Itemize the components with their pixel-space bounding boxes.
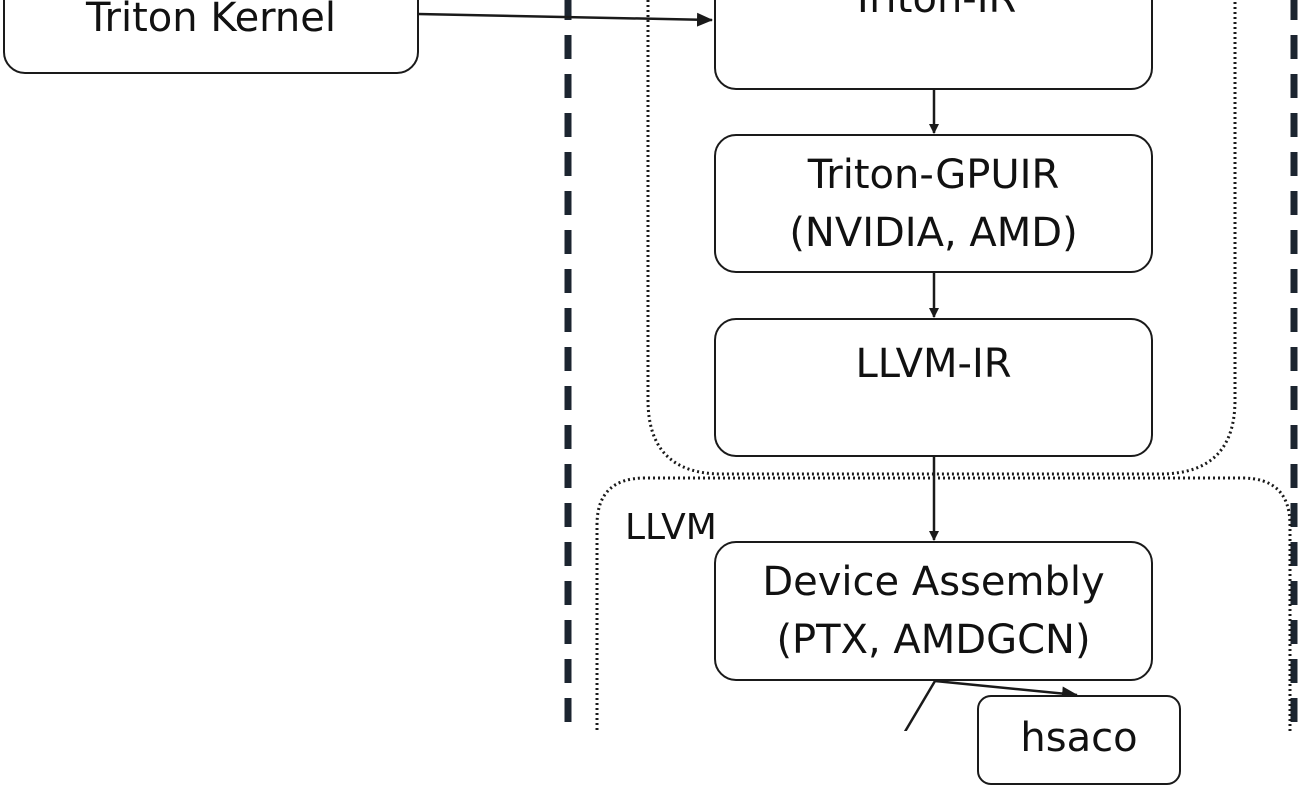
node-llvm-ir-label: LLVM-IR	[855, 341, 1012, 387]
node-hsaco: hsaco	[977, 695, 1181, 785]
node-triton-gpuir: Triton-GPUIR (NVIDIA, AMD)	[714, 134, 1153, 273]
llvm-region-label: LLVM	[625, 507, 717, 548]
node-triton-gpuir-label: Triton-GPUIR	[807, 151, 1060, 198]
node-device-assembly: Device Assembly (PTX, AMDGCN)	[714, 541, 1153, 681]
node-triton-kernel-label: Triton Kernel	[86, 0, 336, 41]
node-llvm-ir: LLVM-IR	[714, 318, 1153, 457]
node-device-assembly-sublabel: (PTX, AMDGCN)	[776, 617, 1091, 663]
node-triton-ir: Triton-IR	[714, 0, 1153, 90]
node-triton-ir-label: Triton-IR	[851, 0, 1017, 28]
node-triton-kernel: Triton Kernel	[3, 0, 419, 74]
edge-device-assembly-to-hsaco	[934, 679, 1078, 701]
edge-device-assembly-to-offscreen	[903, 680, 937, 731]
node-hsaco-label: hsaco	[1020, 715, 1138, 761]
node-triton-gpuir-sublabel: (NVIDIA, AMD)	[789, 209, 1078, 256]
node-device-assembly-label: Device Assembly	[762, 559, 1105, 605]
